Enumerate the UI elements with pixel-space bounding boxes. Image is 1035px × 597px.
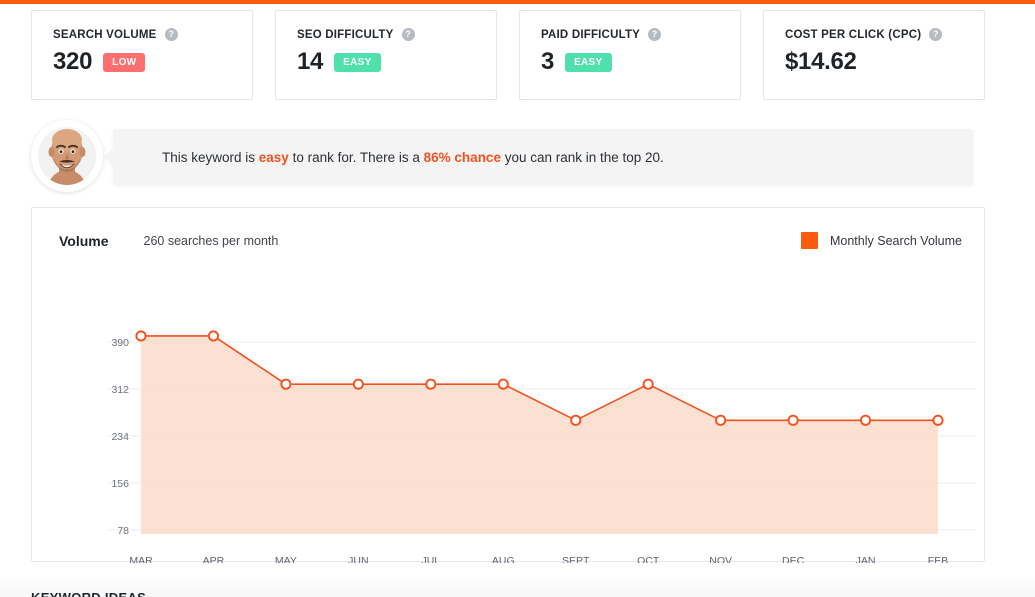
status-badge: LOW [103, 52, 146, 72]
y-axis-tick-label: 234 [111, 431, 129, 443]
metric-value: $14.62 [785, 48, 857, 75]
metric-card-paid-difficulty: PAID DIFFICULTY ? 3 EASY [519, 10, 741, 100]
x-axis-tick-label: FEB [928, 555, 948, 563]
status-badge: EASY [334, 52, 381, 72]
metric-value: 14 [297, 48, 324, 75]
chart-header: Volume 260 searches per month Monthly Se… [59, 232, 962, 249]
data-point-marker[interactable] [859, 414, 872, 426]
advisor-highlight-chance: 86% chance [423, 149, 501, 165]
chart-legend: Monthly Search Volume [800, 232, 962, 249]
x-axis-tick-label: JUN [348, 555, 368, 563]
data-point-marker[interactable] [715, 414, 727, 426]
advisor-banner: This keyword is easy to rank for. There … [31, 120, 985, 192]
metric-label: COST PER CLICK (CPC) [785, 28, 922, 41]
metric-label: PAID DIFFICULTY [541, 28, 641, 41]
data-point-marker[interactable] [352, 378, 364, 390]
x-axis-tick-label: OCT [637, 555, 660, 563]
y-axis-tick-label: 390 [111, 337, 129, 349]
series-area-fill [141, 335, 938, 534]
metric-header: COST PER CLICK (CPC) ? [785, 28, 984, 41]
metric-header: SEARCH VOLUME ? [53, 28, 252, 41]
data-point-marker[interactable] [932, 414, 944, 426]
advisor-text-1: This keyword is [162, 149, 259, 165]
advisor-bubble: This keyword is easy to rank for. There … [104, 129, 973, 185]
data-point-marker[interactable] [135, 330, 147, 342]
x-axis-tick-label: SEPT [562, 555, 590, 563]
metric-header: PAID DIFFICULTY ? [541, 28, 740, 41]
metric-value-row: 14 EASY [297, 50, 496, 74]
help-icon[interactable]: ? [929, 28, 943, 41]
x-axis-tick-label: JAN [856, 555, 876, 563]
y-axis-tick-label: 156 [111, 478, 129, 490]
avatar [31, 120, 103, 192]
x-axis-tick-label: APR [203, 555, 225, 563]
data-point-marker[interactable] [207, 330, 220, 342]
data-point-marker[interactable] [280, 378, 292, 390]
x-axis-tick-label: DEC [782, 555, 805, 563]
advisor-text-2: to rank for. There is a [288, 149, 424, 165]
keyword-ideas-section: KEYWORD IDEAS [0, 574, 1035, 597]
help-icon[interactable]: ? [648, 28, 662, 41]
metric-card-cost-per-click: COST PER CLICK (CPC) ? $14.62 [763, 10, 985, 100]
metric-card-seo-difficulty: SEO DIFFICULTY ? 14 EASY [275, 10, 497, 100]
metric-value-row: 320 LOW [53, 50, 252, 74]
chart-subtitle: 260 searches per month [143, 233, 279, 248]
metric-value: 3 [541, 48, 555, 75]
keyword-ideas-title: KEYWORD IDEAS [31, 590, 146, 597]
chart-title: Volume [59, 232, 109, 249]
x-axis-tick-label: JUL [421, 555, 440, 563]
advisor-highlight-easy: easy [258, 149, 289, 165]
metric-card-search-volume: SEARCH VOLUME ? 320 LOW [31, 10, 253, 100]
volume-chart-panel: Volume 260 searches per month Monthly Se… [31, 207, 986, 563]
legend-swatch-icon [800, 232, 818, 249]
metric-value: 320 [53, 48, 93, 75]
chart-plot-area: 390 312 234 156 78 MAR APR MAY JUN JUL AUG SEPT OCT N… [32, 260, 986, 563]
help-icon[interactable]: ? [164, 28, 178, 41]
page-body: SEARCH VOLUME ? 320 LOW SEO DIFFICULTY ?… [0, 4, 1035, 597]
y-axis-tick-label: 78 [117, 525, 129, 537]
advisor-text-3: you can rank in the top 20. [500, 149, 664, 165]
x-axis-tick-label: AUG [492, 555, 515, 563]
help-icon[interactable]: ? [401, 28, 415, 41]
metric-label: SEARCH VOLUME [53, 28, 157, 41]
legend-label: Monthly Search Volume [829, 233, 962, 248]
metric-value-row: 3 EASY [541, 50, 740, 74]
status-badge: EASY [565, 52, 612, 72]
x-axis-tick-label: MAY [275, 555, 297, 563]
x-axis-tick-label: NOV [709, 555, 732, 563]
metric-value-row: $14.62 [785, 50, 984, 74]
data-point-marker[interactable] [787, 414, 799, 426]
metric-header: SEO DIFFICULTY ? [297, 28, 496, 41]
y-axis-tick-label: 312 [111, 384, 129, 396]
data-point-marker[interactable] [425, 378, 437, 390]
metric-cards-row: SEARCH VOLUME ? 320 LOW SEO DIFFICULTY ?… [31, 10, 985, 100]
data-point-marker[interactable] [497, 378, 509, 390]
data-point-marker[interactable] [642, 378, 654, 390]
data-point-marker[interactable] [570, 414, 582, 426]
advisor-message: This keyword is easy to rank for. There … [162, 150, 664, 165]
x-axis-tick-label: MAR [129, 555, 153, 563]
metric-label: SEO DIFFICULTY [297, 28, 394, 41]
